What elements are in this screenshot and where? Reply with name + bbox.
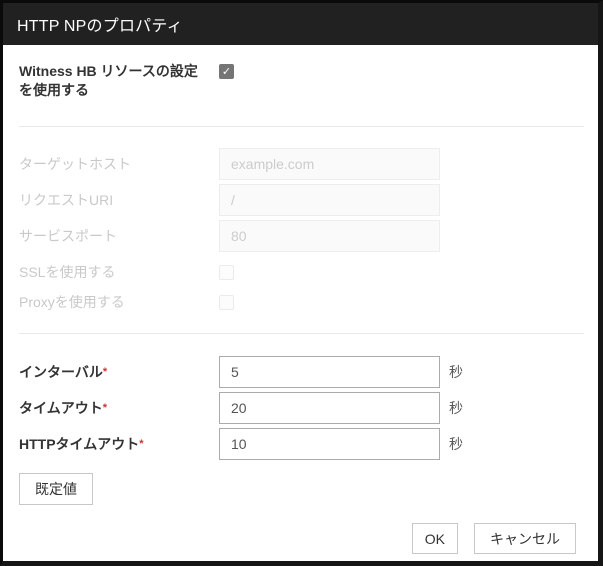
use-ssl-checkbox bbox=[219, 265, 234, 280]
http-timeout-row: HTTPタイムアウト* 秒 bbox=[19, 428, 584, 460]
check-icon: ✓ bbox=[222, 65, 231, 78]
use-proxy-checkbox bbox=[219, 295, 234, 310]
use-proxy-row: Proxyを使用する bbox=[19, 288, 584, 316]
section-divider bbox=[19, 126, 584, 127]
cancel-button[interactable]: キャンセル bbox=[474, 523, 576, 554]
use-ssl-label: SSLを使用する bbox=[19, 263, 219, 282]
use-witness-checkbox[interactable]: ✓ bbox=[219, 64, 234, 79]
timeout-label-text: タイムアウト bbox=[19, 400, 103, 416]
http-timeout-unit: 秒 bbox=[449, 434, 463, 454]
target-host-input bbox=[219, 148, 440, 180]
required-asterisk: * bbox=[103, 366, 107, 378]
dialog-title: HTTP NPのプロパティ bbox=[17, 12, 183, 36]
timeout-row: タイムアウト* 秒 bbox=[19, 392, 584, 424]
default-values-button[interactable]: 既定値 bbox=[19, 473, 93, 505]
required-asterisk: * bbox=[139, 438, 143, 450]
http-np-properties-dialog: HTTP NPのプロパティ Witness HB リソースの設定を使用する ✓ … bbox=[0, 0, 603, 566]
http-timeout-label: HTTPタイムアウト* bbox=[19, 435, 219, 454]
request-uri-input bbox=[219, 184, 440, 216]
section-divider bbox=[19, 333, 584, 334]
use-witness-label: Witness HB リソースの設定を使用する bbox=[19, 62, 219, 100]
service-port-input bbox=[219, 220, 440, 252]
request-uri-label: リクエストURI bbox=[19, 191, 219, 210]
request-uri-row: リクエストURI bbox=[19, 184, 584, 216]
ok-button[interactable]: OK bbox=[412, 523, 458, 554]
timeout-unit: 秒 bbox=[449, 398, 463, 418]
dialog-content: Witness HB リソースの設定を使用する ✓ ターゲットホスト リクエスト… bbox=[3, 45, 598, 554]
service-port-row: サービスポート bbox=[19, 220, 584, 252]
use-witness-row: Witness HB リソースの設定を使用する ✓ bbox=[19, 62, 584, 100]
interval-label: インターバル* bbox=[19, 363, 219, 382]
target-host-label: ターゲットホスト bbox=[19, 155, 219, 174]
target-host-row: ターゲットホスト bbox=[19, 148, 584, 180]
use-ssl-row: SSLを使用する bbox=[19, 258, 584, 286]
interval-label-text: インターバル bbox=[19, 364, 103, 380]
timeout-input[interactable] bbox=[219, 392, 440, 424]
interval-row: インターバル* 秒 bbox=[19, 356, 584, 388]
interval-unit: 秒 bbox=[449, 362, 463, 382]
interval-input[interactable] bbox=[219, 356, 440, 388]
timeout-label: タイムアウト* bbox=[19, 399, 219, 418]
dialog-titlebar: HTTP NPのプロパティ bbox=[3, 3, 598, 45]
http-timeout-label-text: HTTPタイムアウト bbox=[19, 436, 139, 452]
required-asterisk: * bbox=[103, 402, 107, 414]
use-proxy-label: Proxyを使用する bbox=[19, 293, 219, 312]
service-port-label: サービスポート bbox=[19, 227, 219, 246]
dialog-footer: OK キャンセル bbox=[19, 523, 584, 554]
http-timeout-input[interactable] bbox=[219, 428, 440, 460]
